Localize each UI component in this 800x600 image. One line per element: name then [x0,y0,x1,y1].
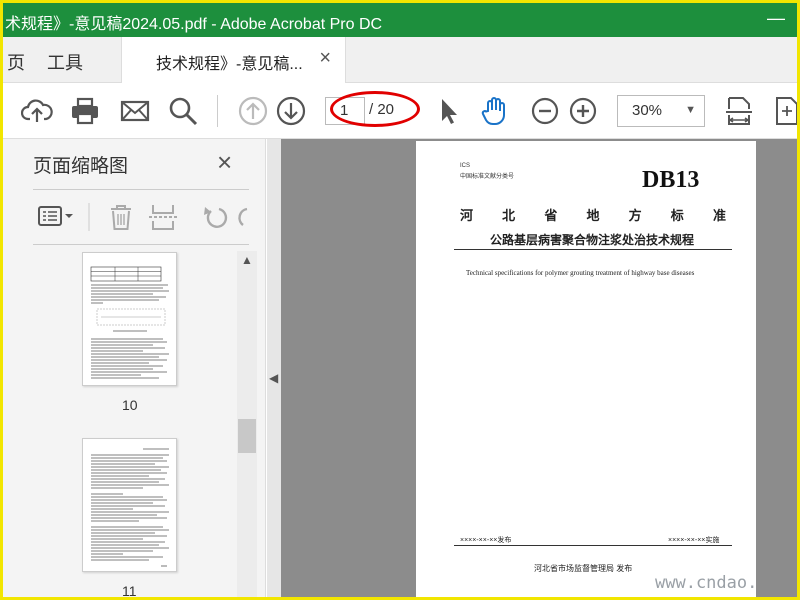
zoom-in-icon[interactable] [567,95,599,127]
chevron-down-icon: ▼ [685,104,696,116]
title-bar: 术规程》-意见稿2024.05.pdf - Adobe Acrobat Pro … [3,3,797,37]
document-title-en: Technical specifications for polymer gro… [466,269,695,277]
panel-title: 页面缩略图 [33,156,129,177]
page-thumbnail[interactable] [82,252,177,386]
rotate-cw-icon[interactable] [238,207,248,226]
heading-char: 准 [712,208,726,223]
implement-date: ××××-××-××实施 [668,537,720,544]
email-icon[interactable] [119,95,151,127]
window-title: 术规程》-意见稿2024.05.pdf - Adobe Acrobat Pro … [5,16,383,33]
classification-label: 中国标准文献分类号 [460,174,515,180]
select-pointer-icon[interactable] [433,95,465,127]
app-window: 术规程》-意见稿2024.05.pdf - Adobe Acrobat Pro … [0,0,800,600]
scrollbar-thumb[interactable] [238,419,256,453]
rotate-ccw-icon[interactable] [204,207,228,228]
close-panel-icon[interactable]: × [217,147,232,178]
heading-char: 河 [460,208,474,223]
page-thumbnail[interactable] [82,438,177,572]
trash-icon[interactable] [111,205,131,230]
document-view[interactable]: ICS 中国标准文献分类号 DB13 河 北 省 地 方 标 准 公路基层病害聚… [281,139,797,597]
zoom-out-icon[interactable] [529,95,561,127]
options-menu-icon[interactable] [38,206,73,226]
minimize-button[interactable]: — [767,8,785,29]
upload-cloud-icon[interactable] [20,95,53,127]
search-icon[interactable] [167,95,199,127]
standard-code: DB13 [642,167,700,193]
toolbar-separator [217,95,218,127]
rotate-view-icon[interactable] [771,95,797,127]
fit-page-icon[interactable] [723,95,755,127]
thumbnails-scrollbar[interactable]: ▲ [237,251,257,597]
tab-document-label: 技术规程》-意见稿... [156,56,303,73]
province-standard-heading: 河 北 省 地 方 标 准 [460,205,726,224]
close-tab-icon[interactable]: × [319,47,331,70]
panel-divider [33,189,249,190]
hand-tool-icon[interactable] [479,95,511,127]
issue-date: ××××-××-××发布 [460,537,512,544]
panel-divider [33,244,249,245]
footer-rule [454,545,732,546]
next-page-icon[interactable] [275,95,307,127]
scroll-up-icon[interactable]: ▲ [241,253,253,267]
heading-char: 方 [628,208,642,223]
heading-char: 地 [586,208,600,223]
site-watermark: www.cndao. [655,573,758,593]
zoom-select[interactable]: 30% ▼ [617,95,705,127]
chevron-left-icon: ◀ [269,371,279,385]
collapse-panel-handle[interactable]: ◀ [267,139,281,597]
title-rule [454,249,732,250]
page-thumbnails-panel: 页面缩略图 × 10 11 ▲ [3,139,266,599]
thumbnail-label: 11 [122,583,137,599]
previous-page-icon[interactable] [237,95,269,127]
tab-home[interactable]: 页 [7,49,25,75]
zoom-value: 30% [632,102,663,119]
pdf-page: ICS 中国标准文献分类号 DB13 河 北 省 地 方 标 准 公路基层病害聚… [416,141,756,597]
main-toolbar: 1 / 20 30% ▼ [3,83,797,139]
extract-pages-icon[interactable] [149,205,177,230]
tab-bar: 页 工具 技术规程》-意见稿... × [3,37,797,84]
heading-char: 标 [670,208,684,223]
tab-document[interactable]: 技术规程》-意见稿... × [121,37,346,84]
ics-label: ICS [460,163,471,169]
print-icon[interactable] [69,95,101,127]
highlight-ellipse [330,91,420,127]
thumbnail-label: 10 [122,397,138,413]
issuing-authority: 河北省市场监督管理局 发布 [534,564,633,573]
heading-char: 北 [502,208,516,223]
panel-toolbar [33,199,253,235]
tab-tools[interactable]: 工具 [47,49,83,75]
document-title-cn: 公路基层病害聚合物注浆处治技术规程 [490,233,695,247]
heading-char: 省 [544,208,558,223]
